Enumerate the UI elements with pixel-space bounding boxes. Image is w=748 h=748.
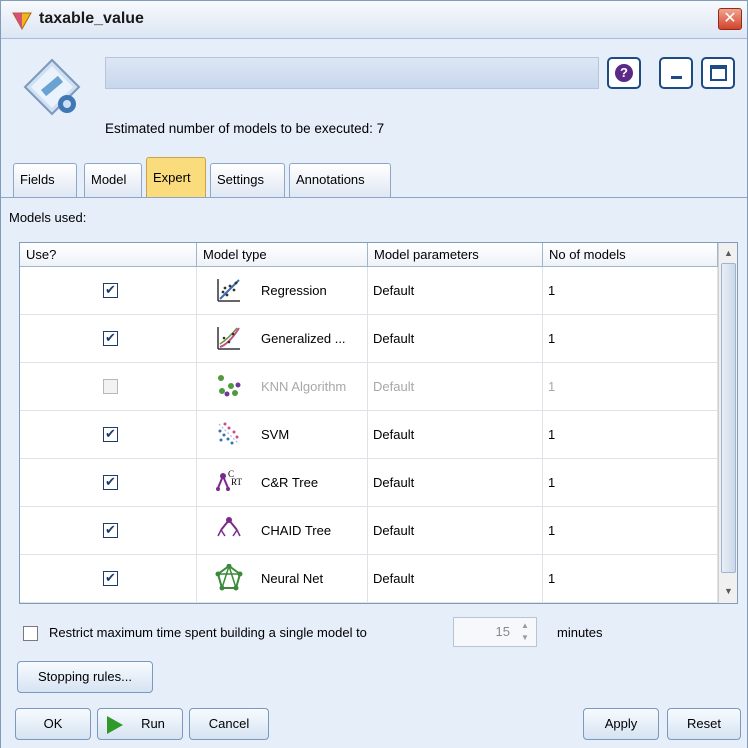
title-bar[interactable]: taxable_value ✕ bbox=[1, 1, 747, 39]
use-checkbox[interactable] bbox=[103, 570, 118, 586]
models-table: Use? Model type Model parameters No of m… bbox=[19, 242, 738, 604]
no-of-models-cell: 1 bbox=[543, 363, 718, 410]
no-of-models-cell: 1 bbox=[543, 555, 718, 602]
scroll-down-icon[interactable]: ▼ bbox=[720, 583, 737, 600]
model-parameters-cell[interactable]: Default bbox=[368, 267, 543, 314]
scroll-up-icon[interactable]: ▲ bbox=[720, 245, 737, 262]
cancel-button[interactable]: Cancel bbox=[189, 708, 269, 740]
dialog-window: taxable_value ✕ ? Estimated number of mo… bbox=[0, 0, 748, 748]
minutes-stepper[interactable]: 15 ▲ ▼ bbox=[453, 617, 537, 647]
header-area: ? Estimated number of models to be execu… bbox=[1, 40, 747, 150]
minimize-button[interactable] bbox=[659, 57, 693, 89]
table-header: Use? Model type Model parameters No of m… bbox=[20, 243, 718, 267]
model-parameters-cell[interactable]: Default bbox=[368, 459, 543, 506]
table-row[interactable]: C RT C&R Tree Default 1 bbox=[20, 459, 718, 507]
chaid-tree-icon bbox=[217, 517, 241, 543]
tab-expert[interactable]: Expert bbox=[146, 157, 206, 198]
use-checkbox[interactable] bbox=[103, 282, 118, 298]
tab-annotations[interactable]: Annotations bbox=[289, 163, 391, 197]
no-of-models-cell: 1 bbox=[543, 315, 718, 362]
no-of-models-cell: 1 bbox=[543, 507, 718, 554]
svg-text:RT: RT bbox=[231, 477, 242, 487]
column-header-use[interactable]: Use? bbox=[20, 243, 197, 267]
model-parameters-cell[interactable]: Default bbox=[368, 507, 543, 554]
node-diamond-icon bbox=[12, 12, 32, 30]
models-used-label: Models used: bbox=[9, 210, 87, 225]
maximize-icon bbox=[710, 65, 727, 81]
svm-icon bbox=[218, 422, 240, 445]
node-name-field[interactable] bbox=[105, 57, 599, 89]
table-row[interactable]: SVM Default 1 bbox=[20, 411, 718, 459]
model-parameters-cell[interactable]: Default bbox=[368, 411, 543, 458]
model-parameters-cell[interactable]: Default bbox=[368, 315, 543, 362]
table-row[interactable]: CHAID Tree Default 1 bbox=[20, 507, 718, 555]
run-button-label: Run bbox=[141, 716, 165, 731]
no-of-models-cell: 1 bbox=[543, 411, 718, 458]
use-checkbox[interactable] bbox=[103, 426, 118, 442]
no-of-models-cell: 1 bbox=[543, 267, 718, 314]
use-checkbox[interactable] bbox=[103, 474, 118, 490]
help-button[interactable]: ? bbox=[607, 57, 641, 89]
apply-button[interactable]: Apply bbox=[583, 708, 659, 740]
table-row[interactable]: KNN Algorithm Default 1 bbox=[20, 363, 718, 411]
window-title: taxable_value bbox=[39, 10, 144, 27]
column-header-model-type[interactable]: Model type bbox=[197, 243, 368, 267]
help-icon: ? bbox=[615, 64, 633, 82]
model-type-label: CHAID Tree bbox=[261, 523, 332, 538]
glm-icon bbox=[217, 327, 240, 350]
use-checkbox[interactable] bbox=[103, 330, 118, 346]
table-row[interactable]: Generalized ... Default 1 bbox=[20, 315, 718, 363]
maximize-button[interactable] bbox=[701, 57, 735, 89]
play-icon bbox=[107, 716, 123, 734]
tab-settings[interactable]: Settings bbox=[210, 163, 285, 197]
tab-fields[interactable]: Fields bbox=[13, 163, 77, 197]
minutes-value: 15 bbox=[495, 624, 510, 639]
restrict-time-checkbox[interactable] bbox=[23, 626, 38, 641]
use-checkbox[interactable] bbox=[103, 522, 118, 538]
expert-panel: Models used: Use? Model type Model param… bbox=[1, 197, 747, 748]
tab-model[interactable]: Model bbox=[84, 163, 142, 197]
reset-button[interactable]: Reset bbox=[667, 708, 741, 740]
model-type-label: KNN Algorithm bbox=[261, 379, 347, 394]
crt-tree-icon: C RT bbox=[216, 469, 242, 491]
table-row[interactable]: Regression Default 1 bbox=[20, 267, 718, 315]
close-button[interactable]: ✕ bbox=[718, 8, 742, 30]
modeling-node-icon bbox=[23, 58, 81, 116]
model-type-label: Generalized ... bbox=[261, 331, 346, 346]
run-button[interactable]: Run bbox=[97, 708, 183, 740]
minutes-unit-label: minutes bbox=[557, 625, 603, 640]
column-header-no-of-models[interactable]: No of models bbox=[543, 243, 718, 267]
scrollbar-thumb[interactable] bbox=[721, 263, 736, 573]
tab-bar: Fields Model Expert Settings Annotations bbox=[1, 151, 747, 198]
regression-icon bbox=[217, 279, 240, 302]
spin-up-icon[interactable]: ▲ bbox=[516, 620, 534, 632]
restrict-time-label: Restrict maximum time spent building a s… bbox=[49, 625, 367, 640]
use-checkbox[interactable] bbox=[103, 379, 118, 394]
column-header-model-parameters[interactable]: Model parameters bbox=[368, 243, 543, 267]
estimate-text: Estimated number of models to be execute… bbox=[105, 121, 385, 136]
model-parameters-cell: Default bbox=[368, 363, 543, 410]
model-type-label: SVM bbox=[261, 427, 290, 442]
ok-button[interactable]: OK bbox=[15, 708, 91, 740]
table-row[interactable]: Neural Net Default 1 bbox=[20, 555, 718, 603]
table-body: Regression Default 1 bbox=[20, 267, 718, 603]
minimize-icon bbox=[671, 76, 682, 79]
no-of-models-cell: 1 bbox=[543, 459, 718, 506]
knn-icon bbox=[218, 375, 241, 397]
vertical-scrollbar[interactable]: ▲ ▼ bbox=[718, 243, 737, 603]
model-type-label: C&R Tree bbox=[261, 475, 319, 490]
model-type-label: Regression bbox=[261, 283, 327, 298]
neural-net-icon bbox=[215, 564, 243, 591]
stopping-rules-button[interactable]: Stopping rules... bbox=[17, 661, 153, 693]
spin-down-icon[interactable]: ▼ bbox=[516, 632, 534, 644]
model-type-label: Neural Net bbox=[261, 571, 324, 586]
model-parameters-cell[interactable]: Default bbox=[368, 555, 543, 602]
